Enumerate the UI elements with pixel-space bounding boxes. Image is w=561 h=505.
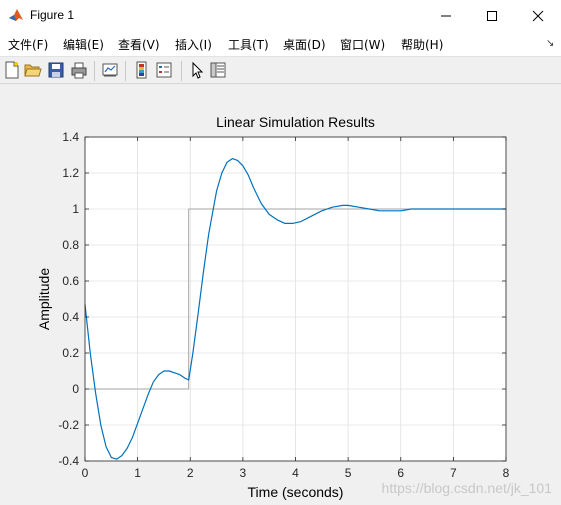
minimize-button[interactable] — [423, 0, 469, 31]
print-icon[interactable] — [70, 61, 88, 79]
matlab-logo-icon — [8, 7, 24, 23]
insert-legend-icon[interactable] — [155, 61, 173, 79]
menu-view[interactable]: 查看(V) — [118, 36, 160, 53]
y-tick-label: 0.8 — [62, 238, 79, 252]
maximize-button[interactable] — [469, 0, 515, 31]
y-tick-label: 0.4 — [62, 310, 79, 324]
menu-file[interactable]: 文件(F) — [8, 36, 48, 53]
property-inspector-icon[interactable] — [209, 61, 227, 79]
open-file-icon[interactable] — [24, 61, 42, 79]
y-tick-label: -0.4 — [58, 454, 79, 468]
menu-tools[interactable]: 工具(T) — [228, 36, 269, 53]
y-tick-label: 1.2 — [62, 166, 79, 180]
x-tick-label: 1 — [134, 466, 141, 480]
x-tick-label: 0 — [82, 466, 89, 480]
menu-edit[interactable]: 编辑(E) — [63, 36, 104, 53]
insert-colorbar-icon[interactable] — [133, 61, 151, 79]
x-tick-label: 7 — [450, 466, 457, 480]
toolbar-separator — [94, 61, 95, 81]
figure-canvas[interactable]: 0 1 2 3 4 5 6 7 8 -0.4 -0.2 0 0.2 0.4 0.6 0.8 1 1.2 1.4 L… — [0, 84, 561, 505]
menu-desktop[interactable]: 桌面(D) — [283, 36, 326, 53]
plot-svg[interactable]: 0 1 2 3 4 5 6 7 8 -0.4 -0.2 0 0.2 0.4 0.6 0.8 1 1.2 1.4 L… — [0, 84, 561, 505]
minimize-icon — [441, 15, 451, 16]
y-tick-label: 0.2 — [62, 346, 79, 360]
figure-toolbar — [0, 56, 561, 84]
y-tick-label: 1.4 — [62, 130, 79, 144]
x-axis-label: Time (seconds) — [248, 484, 344, 500]
x-tick-label: 2 — [187, 466, 194, 480]
menu-dock-arrow-icon[interactable]: ↘ — [546, 38, 554, 49]
edit-plot-arrow-icon[interactable] — [188, 61, 206, 79]
new-figure-icon[interactable] — [3, 61, 21, 79]
close-icon — [532, 10, 544, 21]
window-title: Figure 1 — [30, 8, 75, 22]
figure-window: Figure 1 文件(F) 编辑(E) 查看(V) 插入(I) 工具(T) 桌… — [0, 0, 561, 505]
menu-bar: 文件(F) 编辑(E) 查看(V) 插入(I) 工具(T) 桌面(D) 窗口(W… — [0, 31, 561, 56]
y-tick-label: 0.6 — [62, 274, 79, 288]
y-tick-label: -0.2 — [58, 418, 79, 432]
maximize-icon — [487, 10, 497, 21]
y-axis-label: Amplitude — [36, 268, 52, 330]
menu-help[interactable]: 帮助(H) — [401, 36, 443, 53]
chart-title: Linear Simulation Results — [216, 114, 375, 130]
title-bar[interactable]: Figure 1 — [0, 0, 561, 31]
y-tick-label: 1 — [72, 202, 79, 216]
menu-insert[interactable]: 插入(I) — [175, 36, 212, 53]
link-plot-icon[interactable] — [101, 61, 119, 79]
x-tick-label: 3 — [240, 466, 247, 480]
watermark-text: https://blog.csdn.net/jk_101 — [382, 480, 553, 496]
x-tick-label: 6 — [397, 466, 404, 480]
x-tick-label: 5 — [345, 466, 352, 480]
save-icon[interactable] — [47, 61, 65, 79]
menu-window[interactable]: 窗口(W) — [340, 36, 385, 53]
toolbar-separator — [125, 61, 126, 81]
close-button[interactable] — [515, 0, 561, 31]
y-tick-label: 0 — [72, 382, 79, 396]
x-tick-label: 4 — [292, 466, 299, 480]
toolbar-separator — [181, 61, 182, 81]
x-tick-label: 8 — [503, 466, 510, 480]
